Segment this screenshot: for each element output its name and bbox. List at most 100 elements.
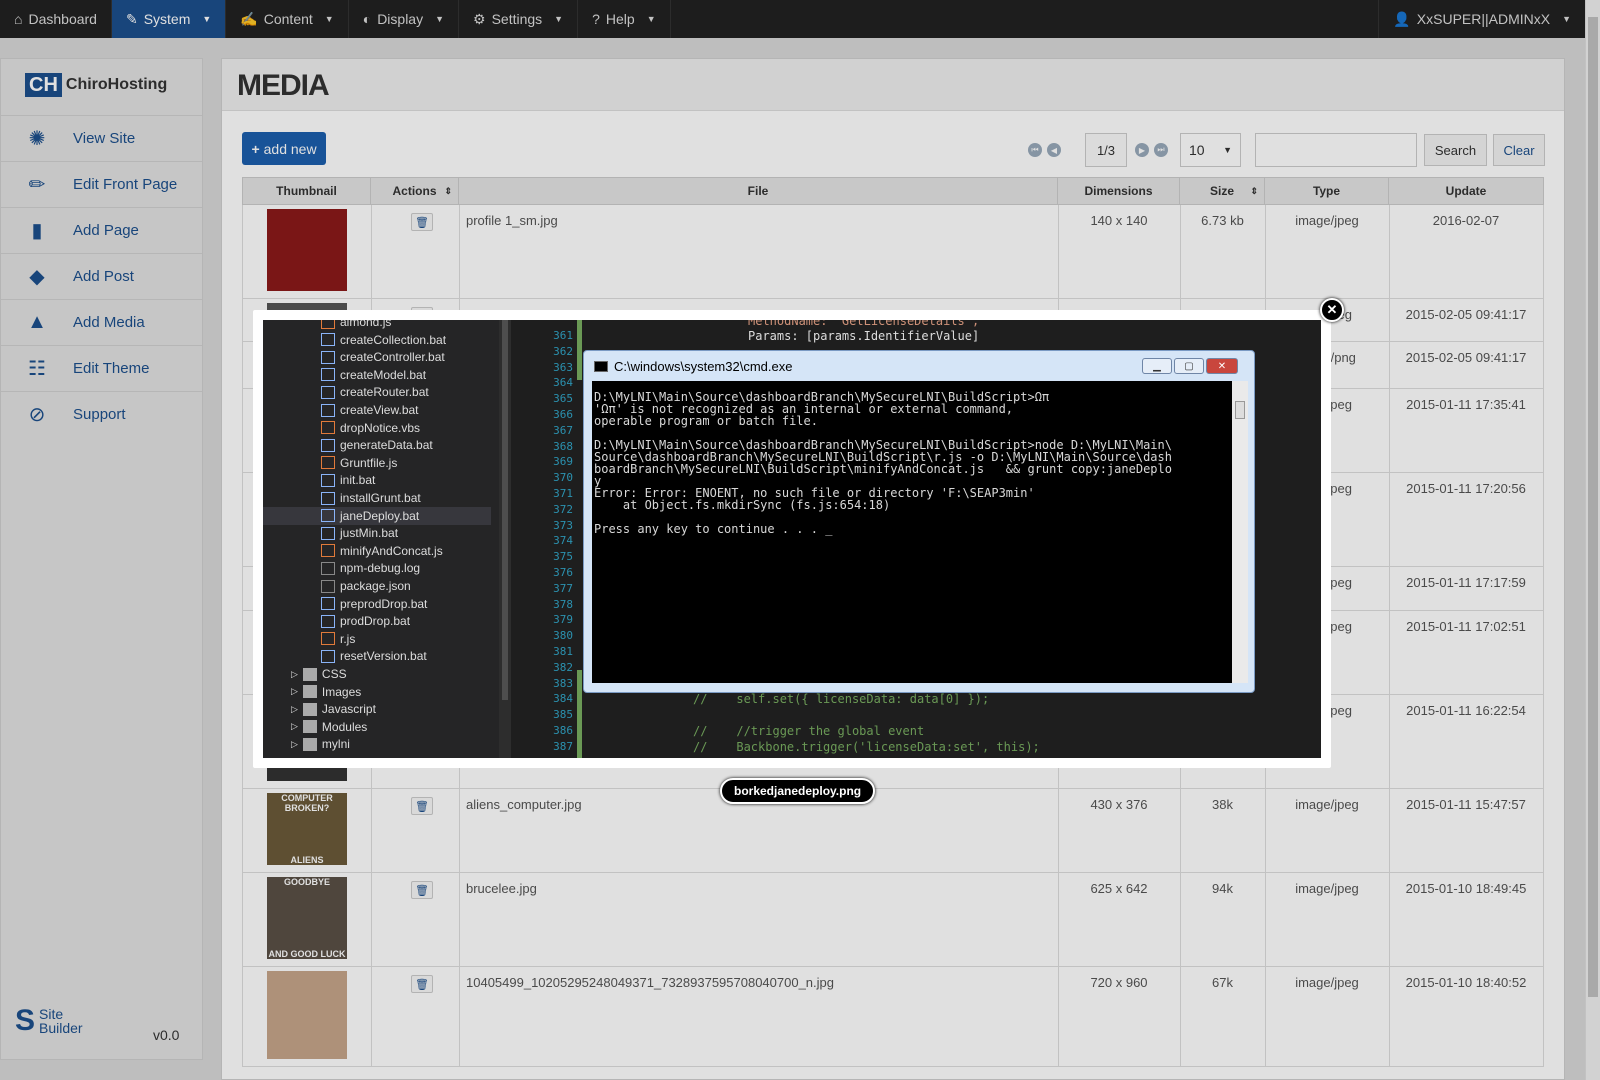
batch-file-icon	[321, 403, 335, 417]
explorer-file-name: resetVersion.bat	[340, 649, 427, 664]
explorer-file: dropNotice.vbs	[321, 419, 420, 437]
explorer-file: janeDeploy.bat	[263, 506, 491, 525]
folder-icon	[302, 667, 317, 681]
batch-file-icon	[321, 473, 335, 487]
line-number: 375	[553, 550, 573, 564]
line-number: 379	[553, 613, 573, 627]
explorer-file: prodDrop.bat	[321, 612, 410, 630]
line-number: 362	[553, 344, 573, 358]
line-number: 380	[553, 629, 573, 643]
cmd-titlebar: C:\windows\system32\cmd.exe	[594, 359, 792, 374]
line-number: 368	[553, 439, 573, 453]
explorer-file-name: createController.bat	[340, 350, 445, 365]
batch-file-icon	[321, 597, 335, 611]
batch-file-icon	[321, 385, 335, 399]
explorer-file: resetVersion.bat	[321, 647, 427, 665]
lightbox-caption: borkedjanedeploy.png	[720, 778, 876, 804]
explorer-folder: ▷ Modules	[291, 718, 367, 736]
explorer-file: init.bat	[321, 471, 375, 489]
console-icon	[594, 361, 608, 372]
explorer-file: Gruntfile.js	[321, 454, 397, 472]
folder-icon	[302, 737, 317, 751]
line-number: 383	[553, 676, 573, 690]
line-number: 378	[553, 597, 573, 611]
explorer-file: npm-debug.log	[321, 559, 420, 577]
file-explorer: almond.js createCollection.bat createContr…	[263, 320, 511, 758]
text-file-icon	[321, 579, 335, 593]
explorer-file: preprodDrop.bat	[321, 595, 427, 613]
batch-file-icon	[321, 649, 335, 663]
batch-file-icon	[321, 350, 335, 364]
line-number: 371	[553, 487, 573, 500]
folder-icon	[302, 685, 317, 699]
line-number: 374	[553, 534, 573, 548]
explorer-file-name: preprodDrop.bat	[340, 596, 428, 611]
change-marker	[577, 320, 582, 380]
explorer-file-name: createCollection.bat	[340, 332, 447, 347]
minimize-icon: ▁	[1142, 358, 1172, 374]
explorer-file-name: installGrunt.bat	[340, 491, 421, 505]
expand-arrow-icon: ▷	[291, 668, 298, 679]
line-number: 377	[553, 581, 573, 595]
script-file-icon	[321, 544, 335, 558]
line-number: 370	[553, 471, 573, 485]
batch-file-icon	[321, 491, 335, 505]
lightbox-image: almond.js createCollection.bat createContr…	[263, 320, 1321, 758]
lightbox: almond.js createCollection.bat createContr…	[253, 310, 1331, 768]
batch-file-icon	[321, 333, 335, 347]
explorer-file-name: createRouter.bat	[340, 385, 429, 400]
explorer-file-name: almond.js	[340, 320, 392, 329]
explorer-file: installGrunt.bat	[321, 489, 421, 507]
batch-file-icon	[321, 614, 335, 628]
script-file-icon	[321, 421, 335, 435]
explorer-file: package.json	[321, 577, 411, 595]
line-number: 381	[553, 645, 573, 658]
script-file-icon	[321, 320, 335, 329]
explorer-file: justMin.bat	[321, 524, 398, 542]
folder-icon	[302, 720, 317, 734]
explorer-file: createRouter.bat	[321, 383, 429, 401]
line-number: 369	[553, 455, 573, 469]
line-number: 361	[553, 329, 573, 342]
explorer-file-name: createModel.bat	[340, 367, 427, 382]
code-line: // Backbone.trigger('licenseData:set', t…	[693, 740, 1040, 754]
script-file-icon	[321, 632, 335, 646]
explorer-folder-name: Images	[321, 684, 362, 699]
line-number-gutter: 361 362 363 364 365 366 367 368 369 370 371 372 373 3…	[525, 320, 573, 758]
explorer-folder-name: CSS	[321, 667, 347, 681]
cmd-window: C:\windows\system32\cmd.exe ▁ ▢ ✕ D:\MyL…	[583, 350, 1255, 693]
explorer-file-name: dropNotice.vbs	[340, 420, 421, 435]
line-number: 373	[553, 518, 573, 532]
folder-icon	[302, 702, 317, 716]
explorer-file: createView.bat	[321, 401, 419, 419]
explorer-file: generateData.bat	[321, 436, 433, 454]
expand-arrow-icon: ▷	[291, 703, 298, 714]
explorer-file-name: minifyAndConcat.js	[340, 543, 443, 558]
line-number: 366	[553, 408, 573, 421]
line-number: 364	[553, 376, 573, 390]
explorer-folder: ▷ Images	[291, 683, 361, 701]
code-line: // self.set({ licenseData: data[0] });	[693, 692, 990, 706]
explorer-file: createModel.bat	[321, 366, 426, 384]
explorer-folder-name: Modules	[321, 719, 368, 734]
explorer-file-name: r.js	[340, 631, 356, 646]
line-number: 376	[553, 566, 573, 579]
batch-file-icon	[321, 509, 335, 523]
explorer-file: minifyAndConcat.js	[321, 542, 443, 560]
line-number: 367	[553, 423, 573, 437]
explorer-folder: ▷ Javascript	[291, 700, 376, 718]
lightbox-close-button[interactable]: ✕	[1320, 298, 1344, 322]
explorer-file-name: init.bat	[340, 473, 376, 488]
explorer-file-name: package.json	[340, 579, 411, 593]
code-line: // //trigger the global event	[693, 724, 925, 738]
explorer-file-name: createView.bat	[340, 403, 419, 417]
explorer-file: createCollection.bat	[321, 331, 446, 349]
cmd-output: D:\MyLNI\Main\Source\dashboardBranch\MyS…	[592, 381, 1232, 683]
close-icon: ✕	[1206, 358, 1238, 374]
batch-file-icon	[321, 526, 335, 540]
explorer-file: almond.js	[321, 320, 391, 331]
explorer-folder: ▷ CSS	[291, 665, 347, 683]
cmd-scrollbar	[1232, 381, 1248, 683]
explorer-file-name: Gruntfile.js	[340, 455, 398, 470]
script-file-icon	[321, 456, 335, 470]
